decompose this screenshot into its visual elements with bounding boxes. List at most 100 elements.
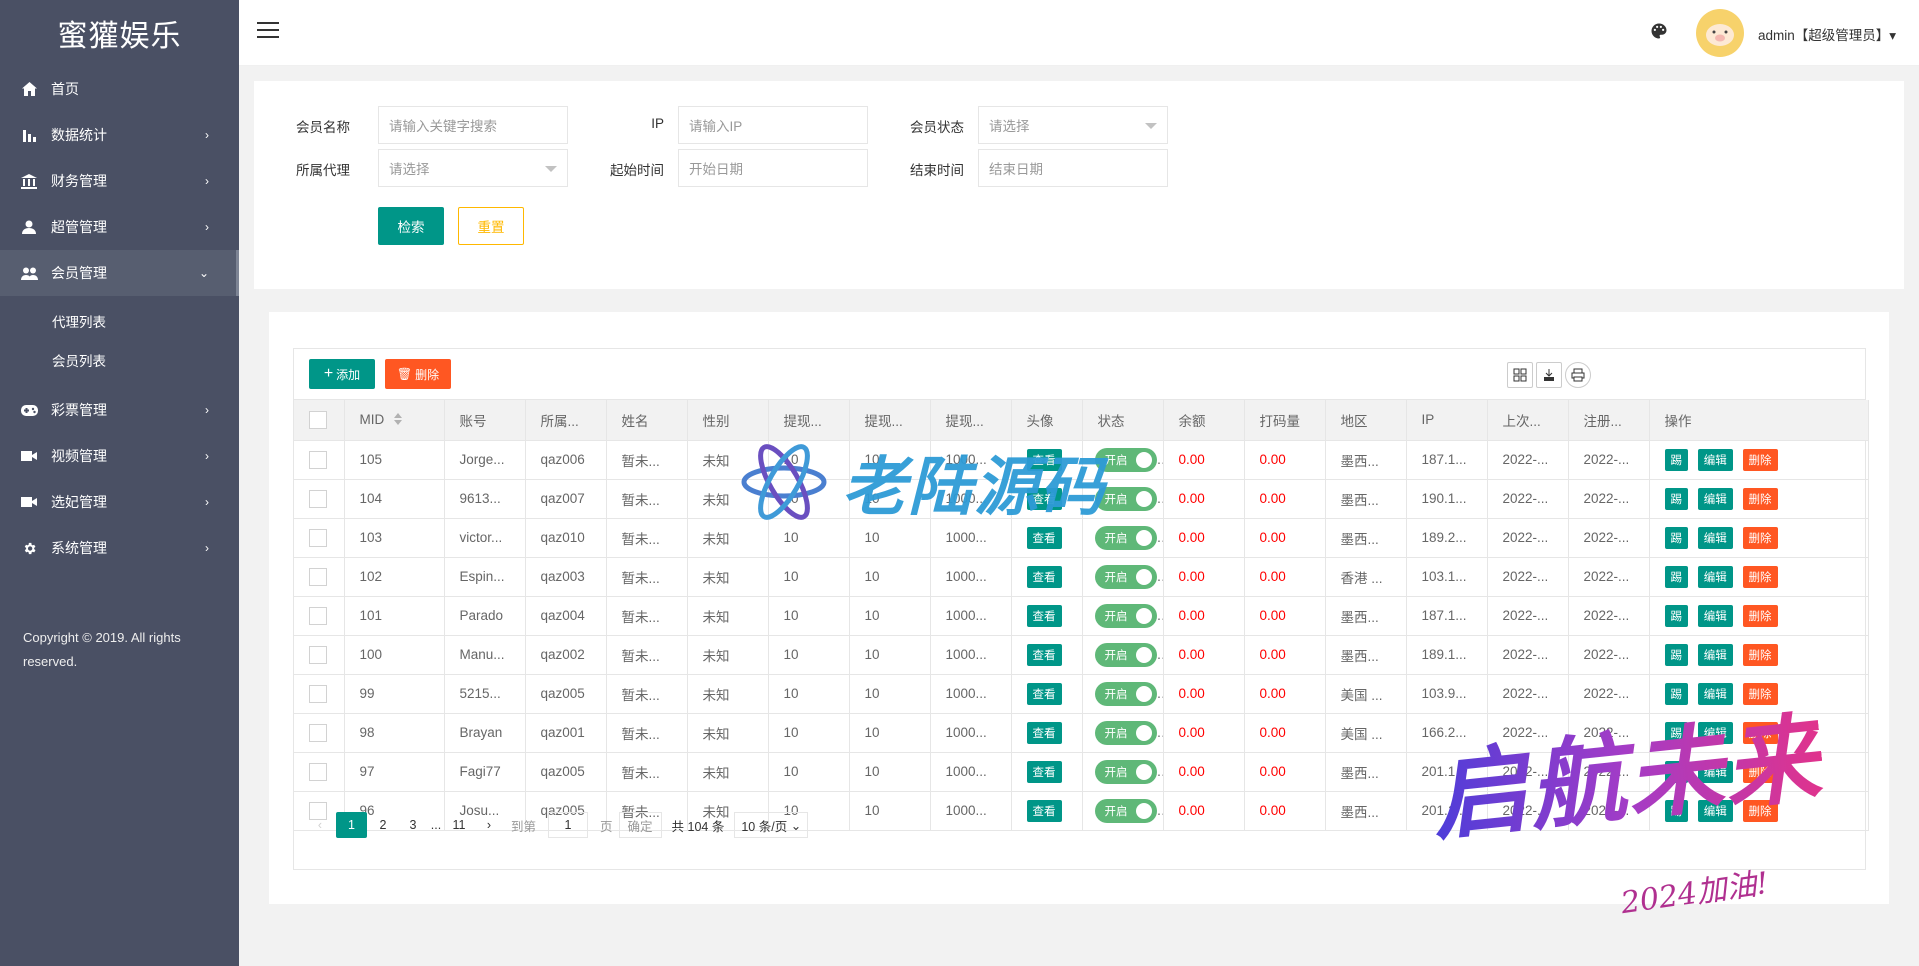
member-status-select[interactable]: 请选择	[978, 106, 1168, 144]
row-checkbox[interactable]	[309, 723, 327, 742]
edit-button[interactable]: 编辑	[1697, 721, 1733, 744]
user-menu[interactable]: admin【超级管理员】▾	[1758, 24, 1896, 44]
row-checkbox[interactable]	[309, 567, 327, 586]
select-all-checkbox[interactable]	[309, 410, 327, 429]
page-button[interactable]: 11	[445, 812, 473, 838]
row-checkbox[interactable]	[309, 528, 327, 547]
sidebar-item-7[interactable]: 选妃管理 ›	[0, 479, 239, 525]
search-button[interactable]: 检索	[378, 207, 444, 245]
goto-confirm-button[interactable]: 确定	[618, 812, 662, 838]
avatar[interactable]	[1696, 9, 1744, 57]
status-switch[interactable]: 开启	[1094, 603, 1157, 628]
delete-button[interactable]: 删除	[1742, 760, 1778, 783]
delete-button[interactable]: 删除	[1742, 604, 1778, 627]
row-checkbox[interactable]	[309, 450, 327, 469]
view-avatar-button[interactable]: 查看	[1026, 565, 1062, 588]
edit-button[interactable]: 编辑	[1697, 487, 1733, 510]
member-name-input[interactable]: 请输入关键字搜索	[378, 106, 568, 144]
edit-button[interactable]: 编辑	[1697, 448, 1733, 471]
start-date-input[interactable]: 开始日期	[678, 149, 868, 187]
delete-button[interactable]: 删除	[1742, 643, 1778, 666]
sidebar-item-1[interactable]: 数据统计 ›	[0, 112, 239, 158]
delete-button[interactable]: 删除	[1742, 721, 1778, 744]
kick-button[interactable]: 踢	[1664, 448, 1688, 471]
sidebar-item-3[interactable]: 超管管理 ›	[0, 204, 239, 250]
next-page-icon[interactable]: ›	[475, 812, 503, 838]
kick-button[interactable]: 踢	[1664, 565, 1688, 588]
status-switch[interactable]: 开启	[1094, 642, 1157, 667]
edit-button[interactable]: 编辑	[1697, 604, 1733, 627]
print-icon[interactable]	[1565, 362, 1591, 388]
sidebar-item-5[interactable]: 彩票管理 ›	[0, 387, 239, 433]
view-avatar-button[interactable]: 查看	[1026, 721, 1062, 744]
cell-status: 开启	[1082, 479, 1164, 519]
prev-page-icon[interactable]: ‹	[306, 812, 334, 838]
goto-page-input[interactable]: 1	[548, 812, 589, 838]
status-switch[interactable]: 开启	[1094, 720, 1157, 745]
status-switch[interactable]: 开启	[1094, 486, 1157, 511]
kick-button[interactable]: 踢	[1664, 487, 1688, 510]
edit-button[interactable]: 编辑	[1697, 760, 1733, 783]
kick-button[interactable]: 踢	[1664, 721, 1688, 744]
view-avatar-button[interactable]: 查看	[1026, 604, 1062, 627]
kick-button[interactable]: 踢	[1664, 760, 1688, 783]
row-checkbox[interactable]	[309, 684, 327, 703]
row-checkbox[interactable]	[309, 645, 327, 664]
reset-button[interactable]: 重置	[458, 207, 524, 245]
edit-button[interactable]: 编辑	[1697, 682, 1733, 705]
view-avatar-button[interactable]: 查看	[1026, 760, 1062, 783]
status-switch[interactable]: 开启	[1094, 525, 1157, 550]
row-checkbox[interactable]	[309, 606, 327, 625]
row-checkbox[interactable]	[309, 762, 327, 781]
status-switch[interactable]: 开启	[1094, 681, 1157, 706]
kick-button[interactable]: 踢	[1664, 604, 1688, 627]
delete-button[interactable]: 删除	[1742, 448, 1778, 471]
agent-select[interactable]: 请选择	[378, 149, 568, 187]
member-status-value: 请选择	[989, 119, 1030, 134]
kick-button[interactable]: 踢	[1664, 526, 1688, 549]
view-avatar-button[interactable]: 查看	[1026, 487, 1062, 510]
page-button[interactable]: 2	[369, 812, 397, 838]
delete-button[interactable]: 删除	[1742, 487, 1778, 510]
status-switch[interactable]: 开启	[1094, 564, 1157, 589]
sidebar-item-8[interactable]: 系统管理 ›	[0, 525, 239, 571]
sidebar-item-6[interactable]: 视频管理 ›	[0, 433, 239, 479]
delete-button[interactable]: 删除	[1742, 565, 1778, 588]
edit-button[interactable]: 编辑	[1697, 565, 1733, 588]
sidebar-item-2[interactable]: 财务管理 ›	[0, 158, 239, 204]
kick-button[interactable]: 踢	[1664, 682, 1688, 705]
sidebar-subitem-0[interactable]: 代理列表	[0, 301, 239, 340]
menu-toggle-icon[interactable]	[257, 22, 279, 42]
edit-button[interactable]: 编辑	[1697, 526, 1733, 549]
sidebar-subitem-1[interactable]: 会员列表	[0, 340, 239, 379]
view-avatar-button[interactable]: 查看	[1026, 526, 1062, 549]
column-header: 姓名	[606, 400, 688, 441]
sort-icon[interactable]	[394, 412, 403, 428]
ip-input[interactable]: 请输入IP	[678, 106, 868, 144]
palette-icon[interactable]	[1650, 22, 1668, 43]
edit-button[interactable]: 编辑	[1697, 643, 1733, 666]
delete-button[interactable]: 删除	[1742, 682, 1778, 705]
sidebar-item-0[interactable]: 首页	[0, 66, 239, 112]
export-icon[interactable]	[1536, 362, 1562, 388]
status-switch[interactable]: 开启	[1094, 447, 1157, 472]
kick-button[interactable]: 踢	[1664, 643, 1688, 666]
per-page-select[interactable]: 10 条/页 ⌄	[734, 812, 809, 838]
row-checkbox[interactable]	[309, 489, 327, 508]
sidebar-item-4[interactable]: 会员管理 ⌄	[0, 250, 239, 296]
columns-filter-icon[interactable]	[1507, 362, 1533, 388]
batch-delete-button[interactable]: 🗑 删除	[385, 359, 451, 389]
view-avatar-button[interactable]: 查看	[1026, 448, 1062, 471]
status-switch[interactable]: 开启	[1094, 759, 1157, 784]
chevron-icon: ⌄	[198, 266, 209, 280]
page-button[interactable]: 1	[336, 812, 367, 838]
end-date-input[interactable]: 结束日期	[978, 149, 1168, 187]
view-avatar-button[interactable]: 查看	[1026, 682, 1062, 705]
add-button[interactable]: + 添加	[309, 359, 375, 389]
page-button[interactable]: 3	[399, 812, 427, 838]
column-header[interactable]: MID	[344, 400, 445, 441]
cell-code-amount: 0.00	[1244, 596, 1326, 636]
column-header-label: 上次...	[1502, 413, 1541, 429]
view-avatar-button[interactable]: 查看	[1026, 643, 1062, 666]
delete-button[interactable]: 删除	[1742, 526, 1778, 549]
